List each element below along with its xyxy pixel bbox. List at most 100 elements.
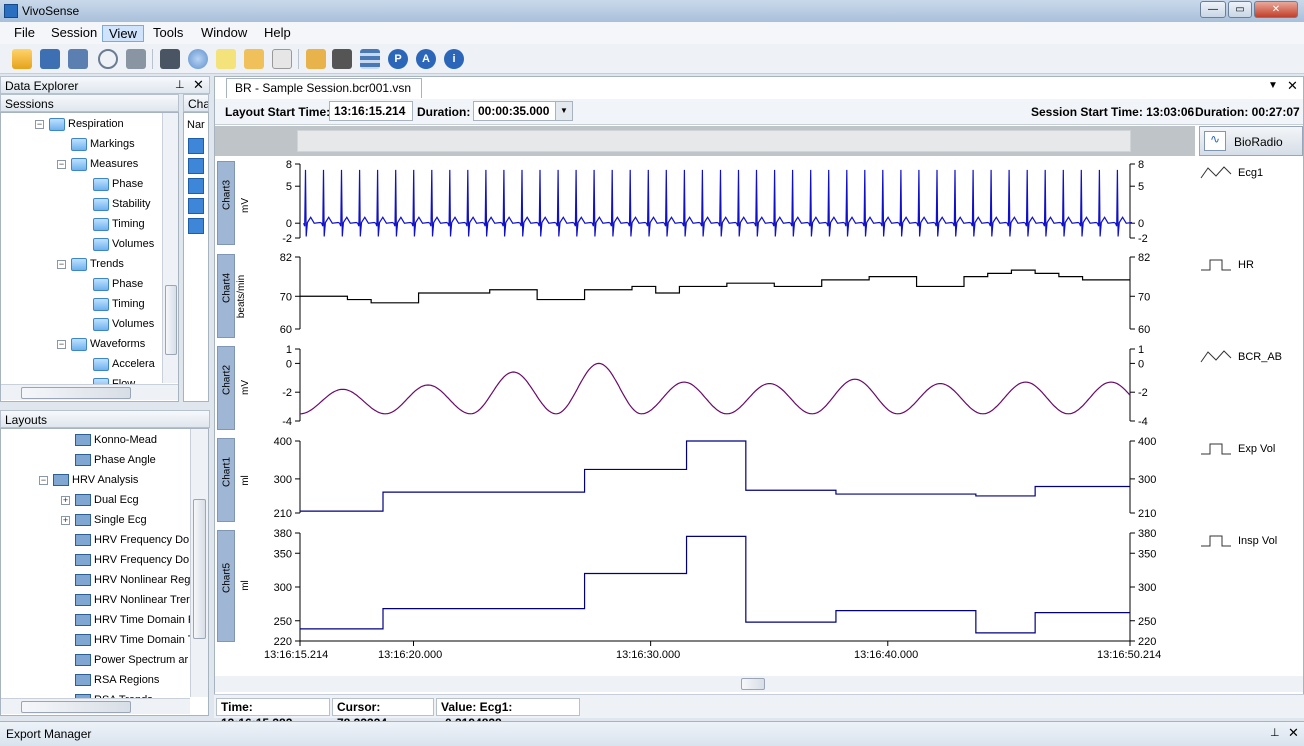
overview-window[interactable]: [297, 130, 1131, 152]
tree-item[interactable]: Accelera: [93, 356, 155, 374]
camera-icon[interactable]: [332, 49, 352, 69]
export-icon[interactable]: [244, 49, 264, 69]
legend-exp-vol[interactable]: Exp Vol: [1200, 440, 1275, 458]
save-icon[interactable]: [40, 49, 60, 69]
close-panel-icon[interactable]: ✕: [1288, 725, 1299, 741]
layout-start-field[interactable]: 13:16:15.214: [329, 101, 413, 121]
chart-label-chart5[interactable]: Chart5: [217, 530, 235, 642]
sessions-scrollbar-horizontal[interactable]: [1, 384, 178, 400]
scroll-thumb[interactable]: [21, 701, 131, 713]
tab-close-icon[interactable]: ✕: [1287, 78, 1298, 94]
tree-item[interactable]: Stability: [93, 196, 151, 214]
pin-icon[interactable]: ⊥: [1270, 726, 1280, 739]
tree-item[interactable]: Konno-Mead: [75, 432, 157, 450]
settings-gear-icon[interactable]: [188, 49, 208, 69]
tree-item[interactable]: Phase Angle: [75, 452, 156, 470]
menu-view[interactable]: View: [102, 25, 144, 42]
maximize-button[interactable]: ▭: [1228, 1, 1252, 18]
layouts-scrollbar-vertical[interactable]: [190, 429, 208, 697]
tree-item[interactable]: Timing: [93, 216, 145, 234]
tree-item[interactable]: HRV Analysis: [53, 472, 138, 490]
tree-item[interactable]: Trends: [71, 256, 124, 274]
tree-item[interactable]: Phase: [93, 176, 143, 194]
tree-item[interactable]: HRV Time Domain T: [75, 632, 194, 650]
tree-item[interactable]: Respiration: [49, 116, 124, 134]
sessions-header[interactable]: Sessions: [0, 94, 179, 112]
chart-label-chart3[interactable]: Chart3: [217, 161, 235, 245]
close-panel-icon[interactable]: ✕: [193, 77, 204, 93]
collapse-toggle-icon[interactable]: −: [57, 340, 66, 349]
tree-item[interactable]: Measures: [71, 156, 138, 174]
overview-strip[interactable]: [215, 126, 1195, 156]
charts-tab[interactable]: Char: [183, 94, 209, 112]
collapse-toggle-icon[interactable]: −: [57, 260, 66, 269]
tree-item[interactable]: Volumes: [93, 316, 154, 334]
document-tab[interactable]: BR - Sample Session.bcr001.vsn: [226, 78, 422, 98]
menu-session[interactable]: Session: [45, 25, 103, 42]
tree-item[interactable]: Timing: [93, 296, 145, 314]
chart-label-chart2[interactable]: Chart2: [217, 346, 235, 430]
scroll-thumb[interactable]: [21, 387, 131, 399]
chart-item-icon[interactable]: [188, 218, 204, 234]
tree-item[interactable]: Single Ecg: [75, 512, 147, 530]
collapse-toggle-icon[interactable]: −: [35, 120, 44, 129]
chart-scrollbar-horizontal[interactable]: [215, 676, 1303, 692]
legend-insp-vol[interactable]: Insp Vol: [1200, 532, 1277, 550]
close-button[interactable]: ✕: [1254, 1, 1298, 18]
marker-icon[interactable]: [306, 49, 326, 69]
menu-help[interactable]: Help: [258, 25, 297, 42]
bioradio-button[interactable]: ∿ BioRadio: [1199, 126, 1303, 156]
chart-item-icon[interactable]: [188, 158, 204, 174]
tab-dropdown-icon[interactable]: ▼: [1268, 80, 1278, 91]
chart-label-chart1[interactable]: Chart1: [217, 438, 235, 522]
collapse-toggle-icon[interactable]: −: [57, 160, 66, 169]
tree-item[interactable]: Phase: [93, 276, 143, 294]
menu-file[interactable]: File: [8, 25, 41, 42]
open-folder-icon[interactable]: [12, 49, 32, 69]
chart-item-icon[interactable]: [188, 198, 204, 214]
duration-dropdown-icon[interactable]: ▼: [555, 102, 572, 120]
menu-window[interactable]: Window: [195, 25, 253, 42]
layouts-scrollbar-horizontal[interactable]: [1, 698, 190, 714]
y-tick-label: 380: [1138, 528, 1156, 540]
collapse-toggle-icon[interactable]: −: [39, 476, 48, 485]
tree-item[interactable]: Markings: [71, 136, 135, 154]
tree-item[interactable]: Waveforms: [71, 336, 145, 354]
expand-toggle-icon[interactable]: +: [61, 516, 70, 525]
scroll-thumb[interactable]: [165, 285, 177, 355]
tree-item[interactable]: HRV Nonlinear Reg: [75, 572, 190, 590]
tree-item[interactable]: HRV Frequency Do: [75, 532, 189, 550]
print-icon[interactable]: [126, 49, 146, 69]
tree-item[interactable]: HRV Frequency Do: [75, 552, 189, 570]
charts-panel[interactable]: 8 8 5 5 0 0 -2 -2 82 82 70 70 60 60 1 1 0 0 -2 -2 -4 -4 400 400…: [215, 156, 1200, 686]
copy-icon[interactable]: [272, 49, 292, 69]
print-preview-icon[interactable]: [98, 49, 118, 69]
chart-label-chart4[interactable]: Chart4: [217, 254, 235, 338]
menu-tools[interactable]: Tools: [147, 25, 189, 42]
tree-item[interactable]: Power Spectrum ar: [75, 652, 188, 670]
a-circle-icon[interactable]: A: [416, 49, 436, 69]
layout-icon[interactable]: [360, 49, 380, 69]
legend-ecg1[interactable]: Ecg1: [1200, 164, 1263, 182]
legend-hr[interactable]: HR: [1200, 256, 1254, 274]
edit-note-icon[interactable]: [216, 49, 236, 69]
tree-item[interactable]: HRV Time Domain R: [75, 612, 196, 630]
device-icon[interactable]: [160, 49, 180, 69]
tree-item[interactable]: Volumes: [93, 236, 154, 254]
export-manager-bar[interactable]: Export Manager ⊥ ✕: [0, 721, 1304, 746]
sessions-scrollbar-vertical[interactable]: [162, 113, 178, 383]
info-circle-icon[interactable]: i: [444, 49, 464, 69]
expand-toggle-icon[interactable]: +: [61, 496, 70, 505]
chart-item-icon[interactable]: [188, 178, 204, 194]
scroll-thumb[interactable]: [193, 499, 206, 639]
tree-item[interactable]: HRV Nonlinear Trer: [75, 592, 190, 610]
save-as-icon[interactable]: [68, 49, 88, 69]
tree-item[interactable]: RSA Regions: [75, 672, 159, 690]
p-circle-icon[interactable]: P: [388, 49, 408, 69]
minimize-button[interactable]: —: [1200, 1, 1226, 18]
legend-bcr-ab[interactable]: BCR_AB: [1200, 348, 1282, 366]
chart-item-icon[interactable]: [188, 138, 204, 154]
scroll-thumb[interactable]: [741, 678, 765, 690]
pin-icon[interactable]: ⊥: [175, 78, 185, 91]
tree-item[interactable]: Dual Ecg: [75, 492, 139, 510]
